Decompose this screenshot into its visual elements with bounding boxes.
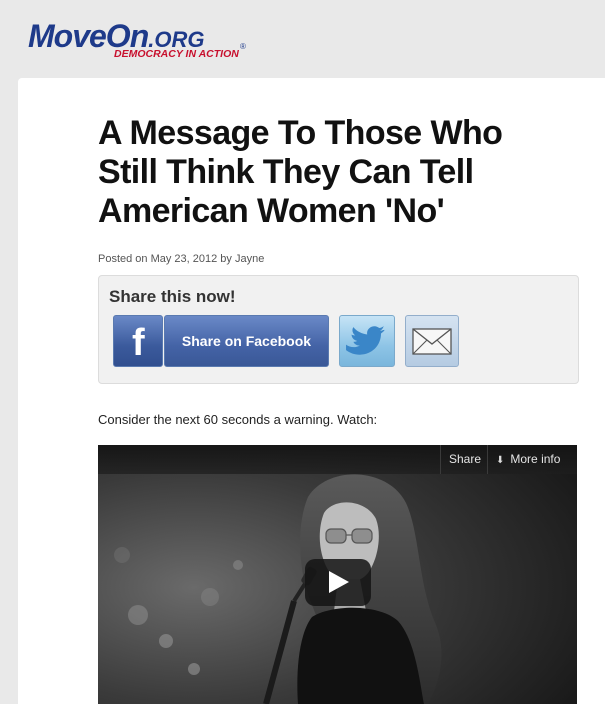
facebook-f-icon: f	[132, 322, 145, 364]
twitter-bird-icon	[346, 326, 385, 355]
twitter-share-button[interactable]	[339, 315, 395, 367]
facebook-icon-button[interactable]: f	[113, 315, 163, 367]
logo-registered-mark: ®	[240, 42, 246, 51]
email-share-button[interactable]	[405, 315, 459, 367]
share-box: Share this now! f Share on Facebook	[98, 275, 579, 384]
play-button[interactable]	[305, 559, 371, 606]
logo-tagline: DEMOCRACY IN ACTION	[114, 48, 239, 60]
video-more-info-button[interactable]: ⬇ More info	[487, 445, 568, 474]
article-card: A Message To Those Who Still Think They …	[18, 78, 605, 704]
share-heading: Share this now!	[109, 287, 236, 306]
moveon-logo[interactable]: MoveOn.ORG ® DEMOCRACY IN ACTION	[28, 18, 258, 64]
post-meta: Posted on May 23, 2012 by Jayne	[98, 253, 265, 265]
video-player[interactable]: Share ⬇ More info	[98, 445, 577, 704]
share-on-facebook-button[interactable]: Share on Facebook	[164, 315, 329, 367]
site-header: MoveOn.ORG ® DEMOCRACY IN ACTION	[0, 0, 605, 78]
article-title: A Message To Those Who Still Think They …	[98, 114, 503, 230]
share-on-facebook-label: Share on Facebook	[181, 333, 312, 349]
chevron-down-icon: ⬇	[496, 455, 505, 466]
video-top-bar: Share ⬇ More info	[98, 445, 577, 474]
video-share-button[interactable]: Share	[440, 445, 489, 474]
more-info-label: More info	[510, 452, 561, 466]
envelope-icon	[412, 328, 452, 355]
article-intro-text: Consider the next 60 seconds a warning. …	[98, 412, 378, 427]
play-icon	[329, 571, 349, 593]
